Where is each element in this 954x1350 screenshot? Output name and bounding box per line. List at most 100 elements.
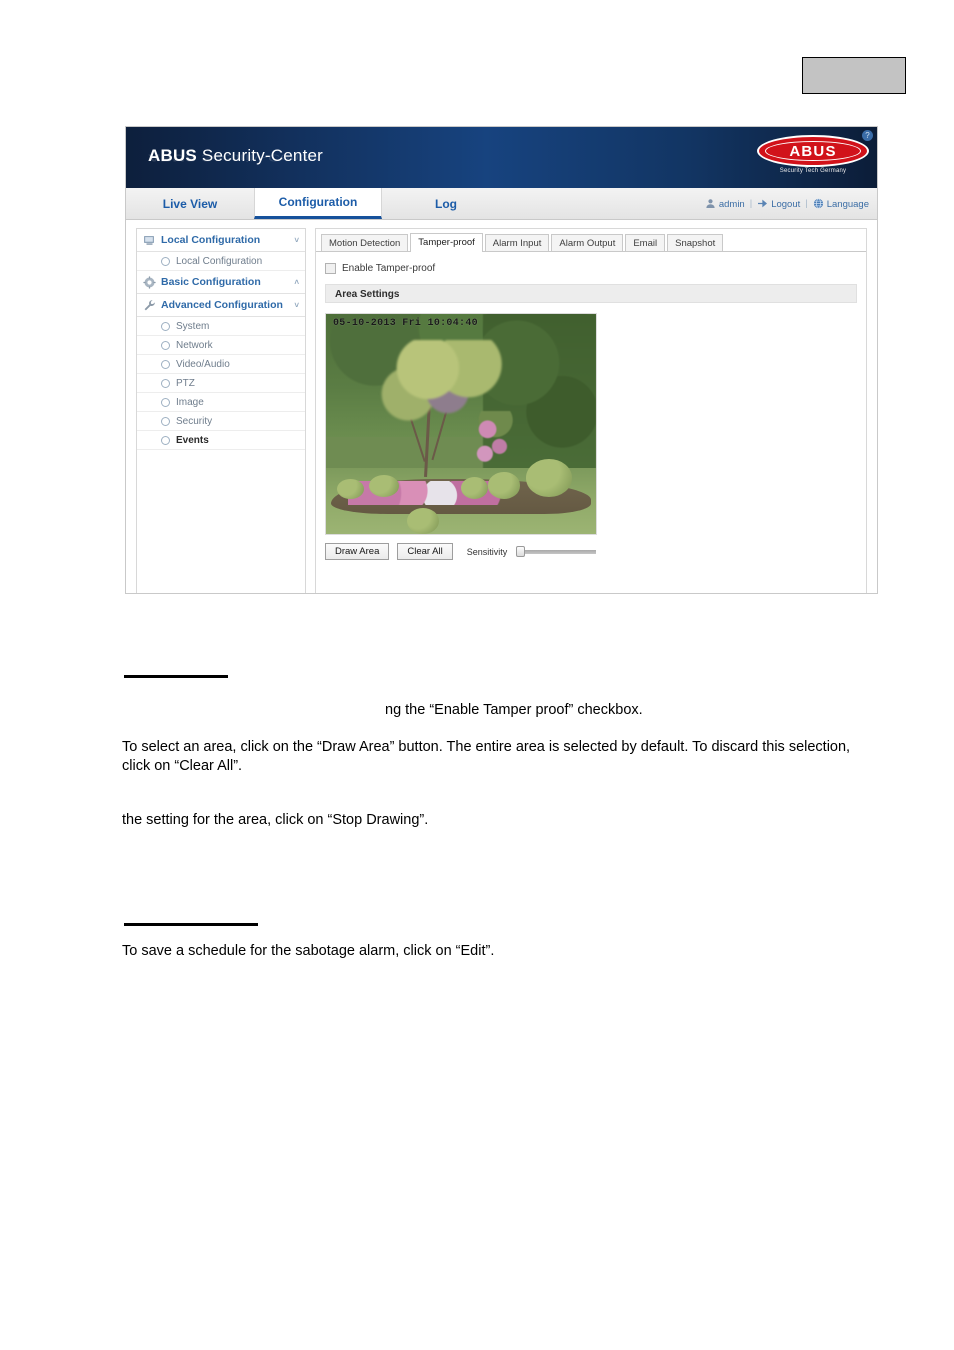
tab-email[interactable]: Email xyxy=(625,234,666,251)
video-preview[interactable]: 05-10-2013 Fri 10:04:40 xyxy=(325,313,597,535)
abus-logo-oval-inner: ABUS xyxy=(765,141,861,161)
sensitivity-slider-knob[interactable] xyxy=(516,546,526,557)
wrench-icon xyxy=(143,299,156,312)
tab-alarm-input[interactable]: Alarm Input xyxy=(484,234,550,251)
language-link[interactable]: Language xyxy=(813,198,869,210)
paragraph-1: ng the “Enable Tamper proof” checkbox. xyxy=(385,702,643,718)
user-chip[interactable]: admin xyxy=(705,198,745,210)
sensitivity-slider-track[interactable] xyxy=(521,550,597,554)
bullet-icon xyxy=(161,359,170,369)
abus-logo: ABUS Security Tech Germany xyxy=(757,135,869,181)
video-bush-2 xyxy=(488,472,521,499)
gear-icon xyxy=(143,275,156,289)
draw-area-button[interactable]: Draw Area xyxy=(325,543,390,560)
sidebar-item-system[interactable]: System xyxy=(137,317,305,336)
app-banner: ABUS Security-Center ABUS Security-Cente… xyxy=(126,127,877,188)
sidebar: Local Configuration ˅ Local Configuratio… xyxy=(136,228,306,593)
chevron-down-icon: ˅ xyxy=(294,235,299,245)
embedded-screenshot: ABUS Security-Center ABUS Security-Cente… xyxy=(125,126,878,594)
bullet-icon xyxy=(161,378,170,388)
video-flowering-shrub xyxy=(466,410,521,473)
nav-user-controls: admin | Logout | Language xyxy=(705,188,869,219)
video-bush-6 xyxy=(336,479,364,499)
header-placeholder-box xyxy=(802,57,906,94)
globe-icon xyxy=(813,198,824,209)
sidebar-item-image[interactable]: Image xyxy=(137,393,305,412)
video-bush-4 xyxy=(407,507,440,534)
user-name: admin xyxy=(718,198,745,210)
logout-link[interactable]: Logout xyxy=(757,198,800,210)
sidebar-item-local-configuration[interactable]: Local Configuration xyxy=(137,252,305,271)
bullet-icon xyxy=(161,397,170,407)
help-icon[interactable]: ? xyxy=(862,130,873,141)
sidebar-item-label: Local Configuration xyxy=(176,255,263,267)
tamper-proof-panel: Enable Tamper-proof Area Settings 05-10-… xyxy=(316,252,866,560)
video-bush-1 xyxy=(525,459,572,497)
heading-rule-2 xyxy=(124,923,258,926)
nav-separator-1: | xyxy=(749,198,753,209)
sidebar-item-label: PTZ xyxy=(176,377,195,389)
bullet-icon xyxy=(161,340,170,350)
sidebar-item-label: Image xyxy=(176,396,204,408)
bullet-icon xyxy=(161,321,170,331)
enable-tamper-proof-label: Enable Tamper-proof xyxy=(342,263,436,274)
sensitivity-label: Sensitivity xyxy=(466,546,508,557)
bullet-icon xyxy=(161,256,170,266)
clear-all-button[interactable]: Clear All xyxy=(397,543,453,560)
chevron-up-icon: ˄ xyxy=(294,277,299,287)
sidebar-item-label: Video/Audio xyxy=(176,358,230,370)
bullet-icon xyxy=(161,435,170,445)
heading-rule-1 xyxy=(124,675,228,678)
enable-tamper-proof-checkbox[interactable] xyxy=(325,263,336,274)
user-icon xyxy=(705,198,716,209)
paragraph-2: To select an area, click on the “Draw Ar… xyxy=(122,739,851,774)
abus-logo-wordmark: ABUS xyxy=(789,142,837,160)
video-bush-5 xyxy=(369,474,399,497)
abus-logo-tagline: Security Tech Germany xyxy=(779,168,847,174)
enable-tamper-proof-row[interactable]: Enable Tamper-proof xyxy=(325,263,857,274)
logout-label: Logout xyxy=(771,198,801,210)
sidebar-group-advanced-configuration[interactable]: Advanced Configuration ˅ xyxy=(137,294,305,317)
sidebar-item-network[interactable]: Network xyxy=(137,336,305,355)
sensitivity-slider[interactable] xyxy=(516,546,597,557)
content-panel: Motion Detection Tamper-proof Alarm Inpu… xyxy=(315,228,867,593)
sidebar-item-video-audio[interactable]: Video/Audio xyxy=(137,355,305,374)
sidebar-item-ptz[interactable]: PTZ xyxy=(137,374,305,393)
logout-arrow-icon xyxy=(757,198,768,209)
sidebar-group-label: Basic Configuration xyxy=(161,276,261,288)
abus-logo-oval: ABUS xyxy=(757,135,869,167)
video-bush-3 xyxy=(461,476,488,499)
area-settings-header: Area Settings xyxy=(325,284,857,303)
sidebar-item-label: Security xyxy=(176,415,213,427)
sidebar-item-events[interactable]: Events xyxy=(137,431,305,450)
video-controls: Draw Area Clear All Sensitivity xyxy=(325,543,857,560)
nav-separator-2: | xyxy=(805,198,808,209)
bullet-icon xyxy=(161,416,170,426)
tab-snapshot[interactable]: Snapshot xyxy=(667,234,724,251)
app-title-brand: ABUS xyxy=(148,146,197,165)
language-label: Language xyxy=(826,198,869,210)
sidebar-item-label: Network xyxy=(176,339,213,351)
tab-live-view[interactable]: Live View xyxy=(126,188,254,219)
sidebar-item-label: Events xyxy=(176,434,209,446)
sidebar-filler xyxy=(137,450,305,530)
tab-log[interactable]: Log xyxy=(382,188,510,219)
app-title: ABUS Security-Center xyxy=(148,146,323,166)
tab-tamper-proof[interactable]: Tamper-proof xyxy=(410,233,483,252)
monitor-icon xyxy=(143,234,156,247)
sidebar-item-label: System xyxy=(176,320,210,332)
sidebar-group-label: Advanced Configuration xyxy=(161,299,283,311)
sidebar-group-label: Local Configuration xyxy=(161,234,261,246)
tab-configuration[interactable]: Configuration xyxy=(254,188,382,219)
sidebar-group-basic-configuration[interactable]: Basic Configuration ˄ xyxy=(137,271,305,294)
tab-motion-detection[interactable]: Motion Detection xyxy=(321,234,409,251)
app-title-suffix: Security-Center xyxy=(196,146,324,165)
video-timestamp-overlay: 05-10-2013 Fri 10:04:40 xyxy=(333,318,478,329)
paragraph-4: To save a schedule for the sabotage alar… xyxy=(122,943,495,959)
tab-alarm-output[interactable]: Alarm Output xyxy=(551,234,624,251)
main-navbar: Live View Configuration Log admin | Logo… xyxy=(126,188,877,220)
content-tabstrip: Motion Detection Tamper-proof Alarm Inpu… xyxy=(316,229,866,252)
sidebar-item-security[interactable]: Security xyxy=(137,412,305,431)
paragraph-3: the setting for the area, click on “Stop… xyxy=(122,812,429,828)
sidebar-group-local-configuration[interactable]: Local Configuration ˅ xyxy=(137,229,305,252)
